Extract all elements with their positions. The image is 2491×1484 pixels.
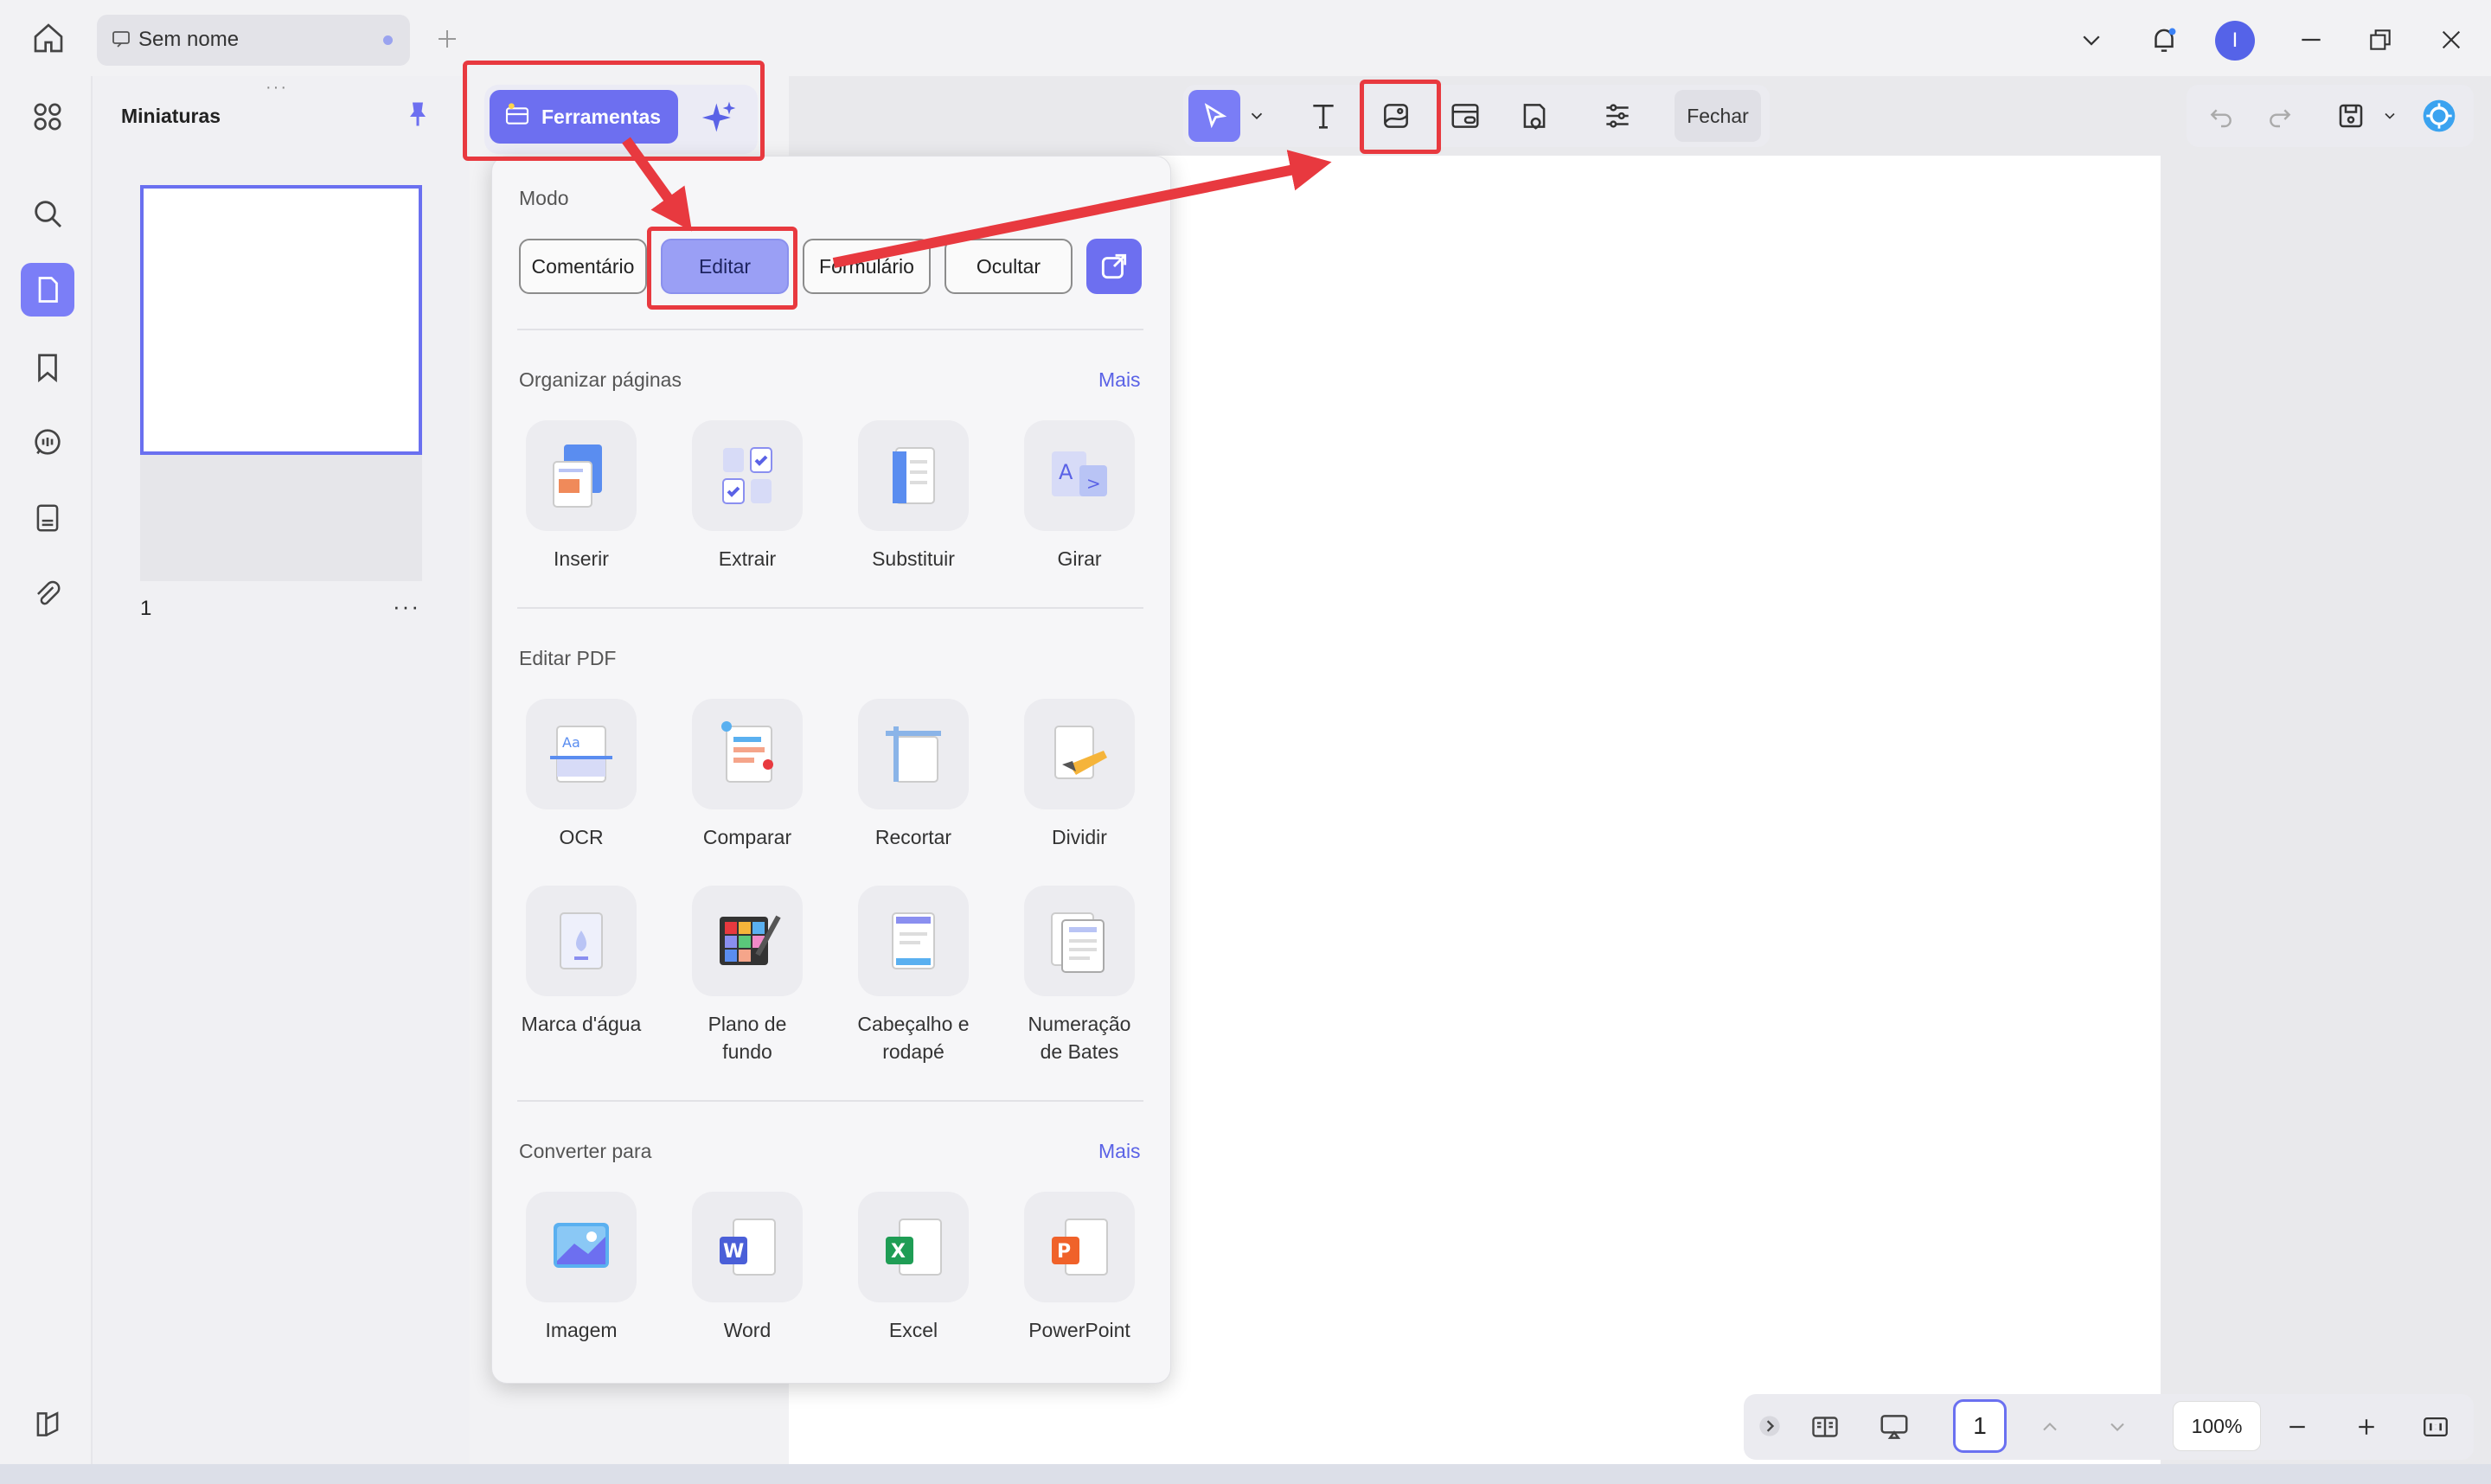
chevron-up-icon[interactable] <box>2024 1401 2076 1453</box>
chevron-right-icon[interactable] <box>1749 1401 1790 1451</box>
bottom-strip <box>0 1464 2491 1484</box>
zoom-in-icon[interactable] <box>2341 1401 2392 1453</box>
reading-mode-icon[interactable] <box>1799 1401 1851 1453</box>
page-number-input[interactable]: 1 <box>1953 1399 2007 1453</box>
annotation-arrows <box>622 137 1332 268</box>
zoom-level-field[interactable]: 100% <box>2173 1401 2261 1451</box>
actual-size-icon[interactable] <box>2410 1401 2462 1453</box>
presentation-icon[interactable] <box>1868 1401 1920 1453</box>
zoom-out-icon[interactable] <box>2271 1401 2323 1453</box>
chevron-down-icon[interactable] <box>2091 1401 2143 1453</box>
